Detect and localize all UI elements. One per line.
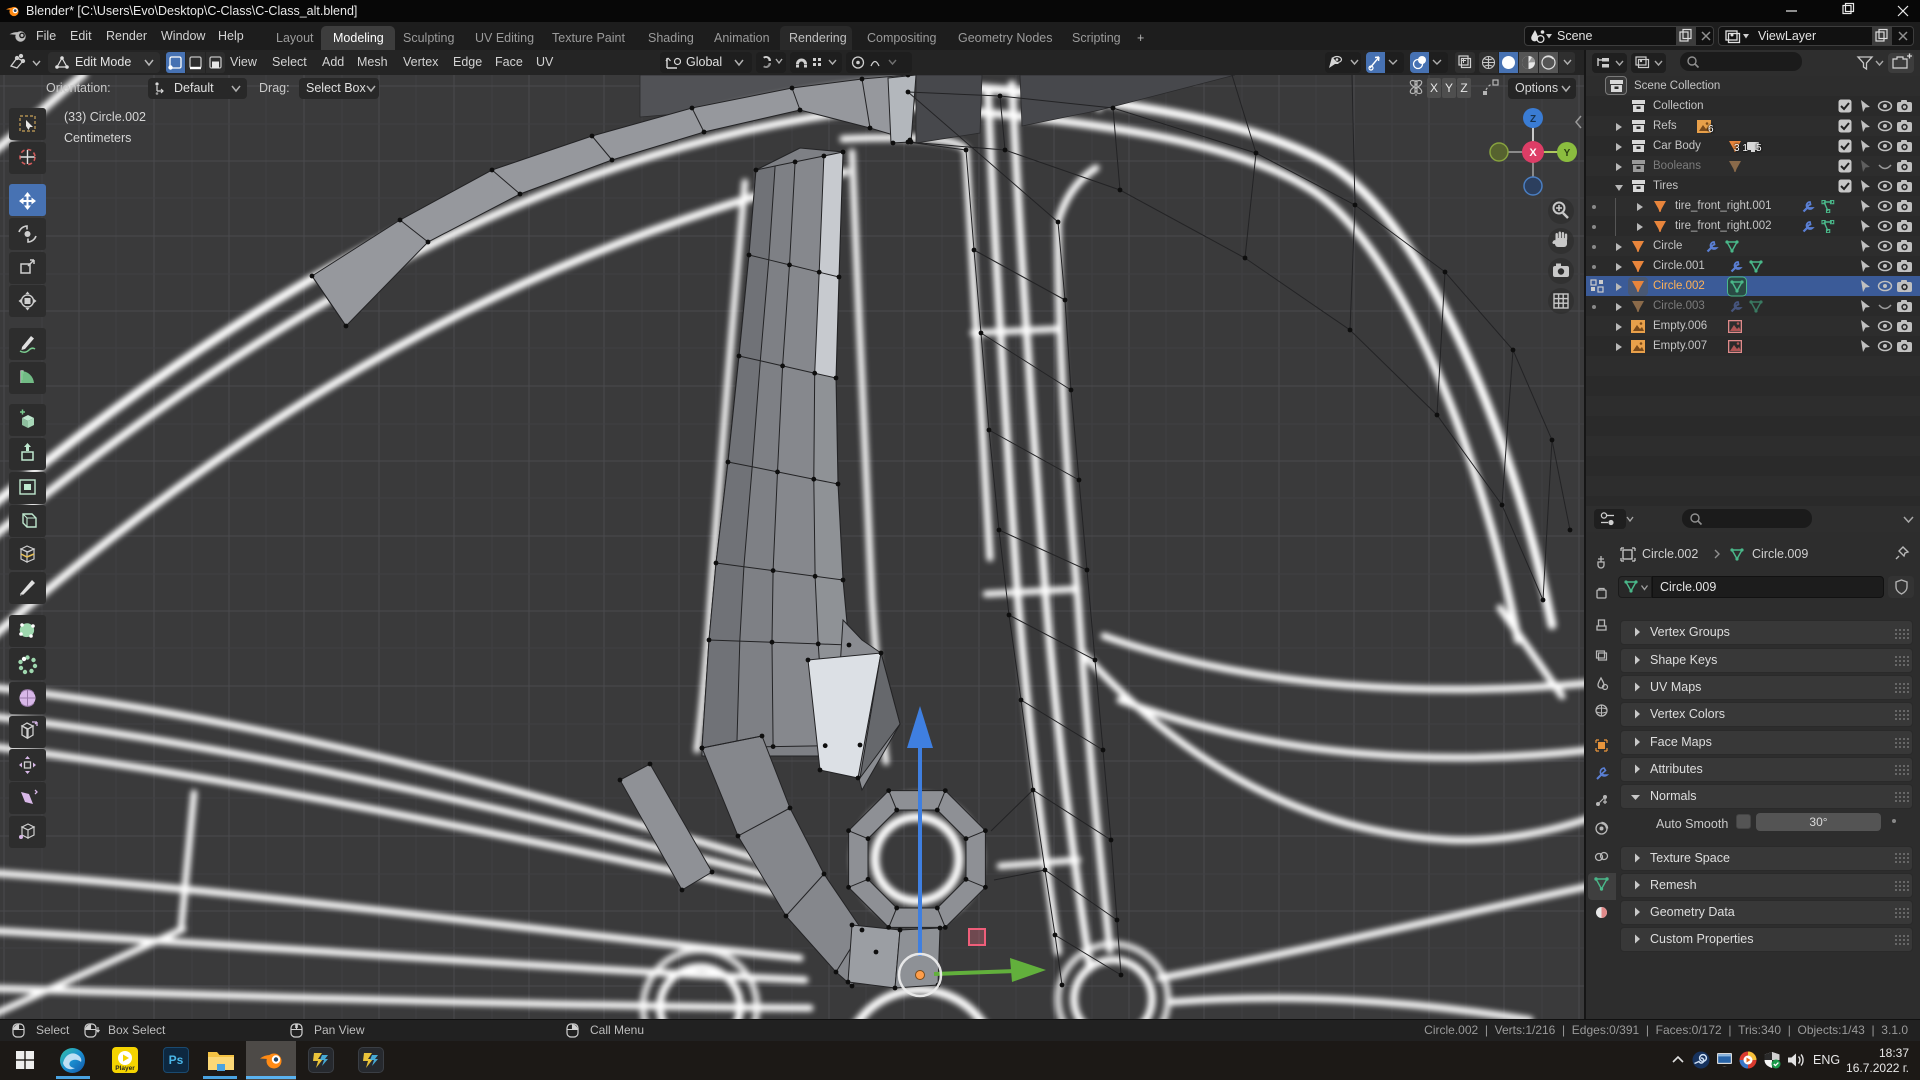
svg-text:Player: Player: [115, 1065, 135, 1072]
svg-text:(33) Circle.002: (33) Circle.002: [64, 110, 146, 124]
svg-text:X: X: [1529, 147, 1537, 159]
svg-text:Z: Z: [1530, 114, 1536, 125]
svg-text:Y: Y: [1564, 148, 1571, 159]
svg-text:Centimeters: Centimeters: [64, 131, 131, 145]
